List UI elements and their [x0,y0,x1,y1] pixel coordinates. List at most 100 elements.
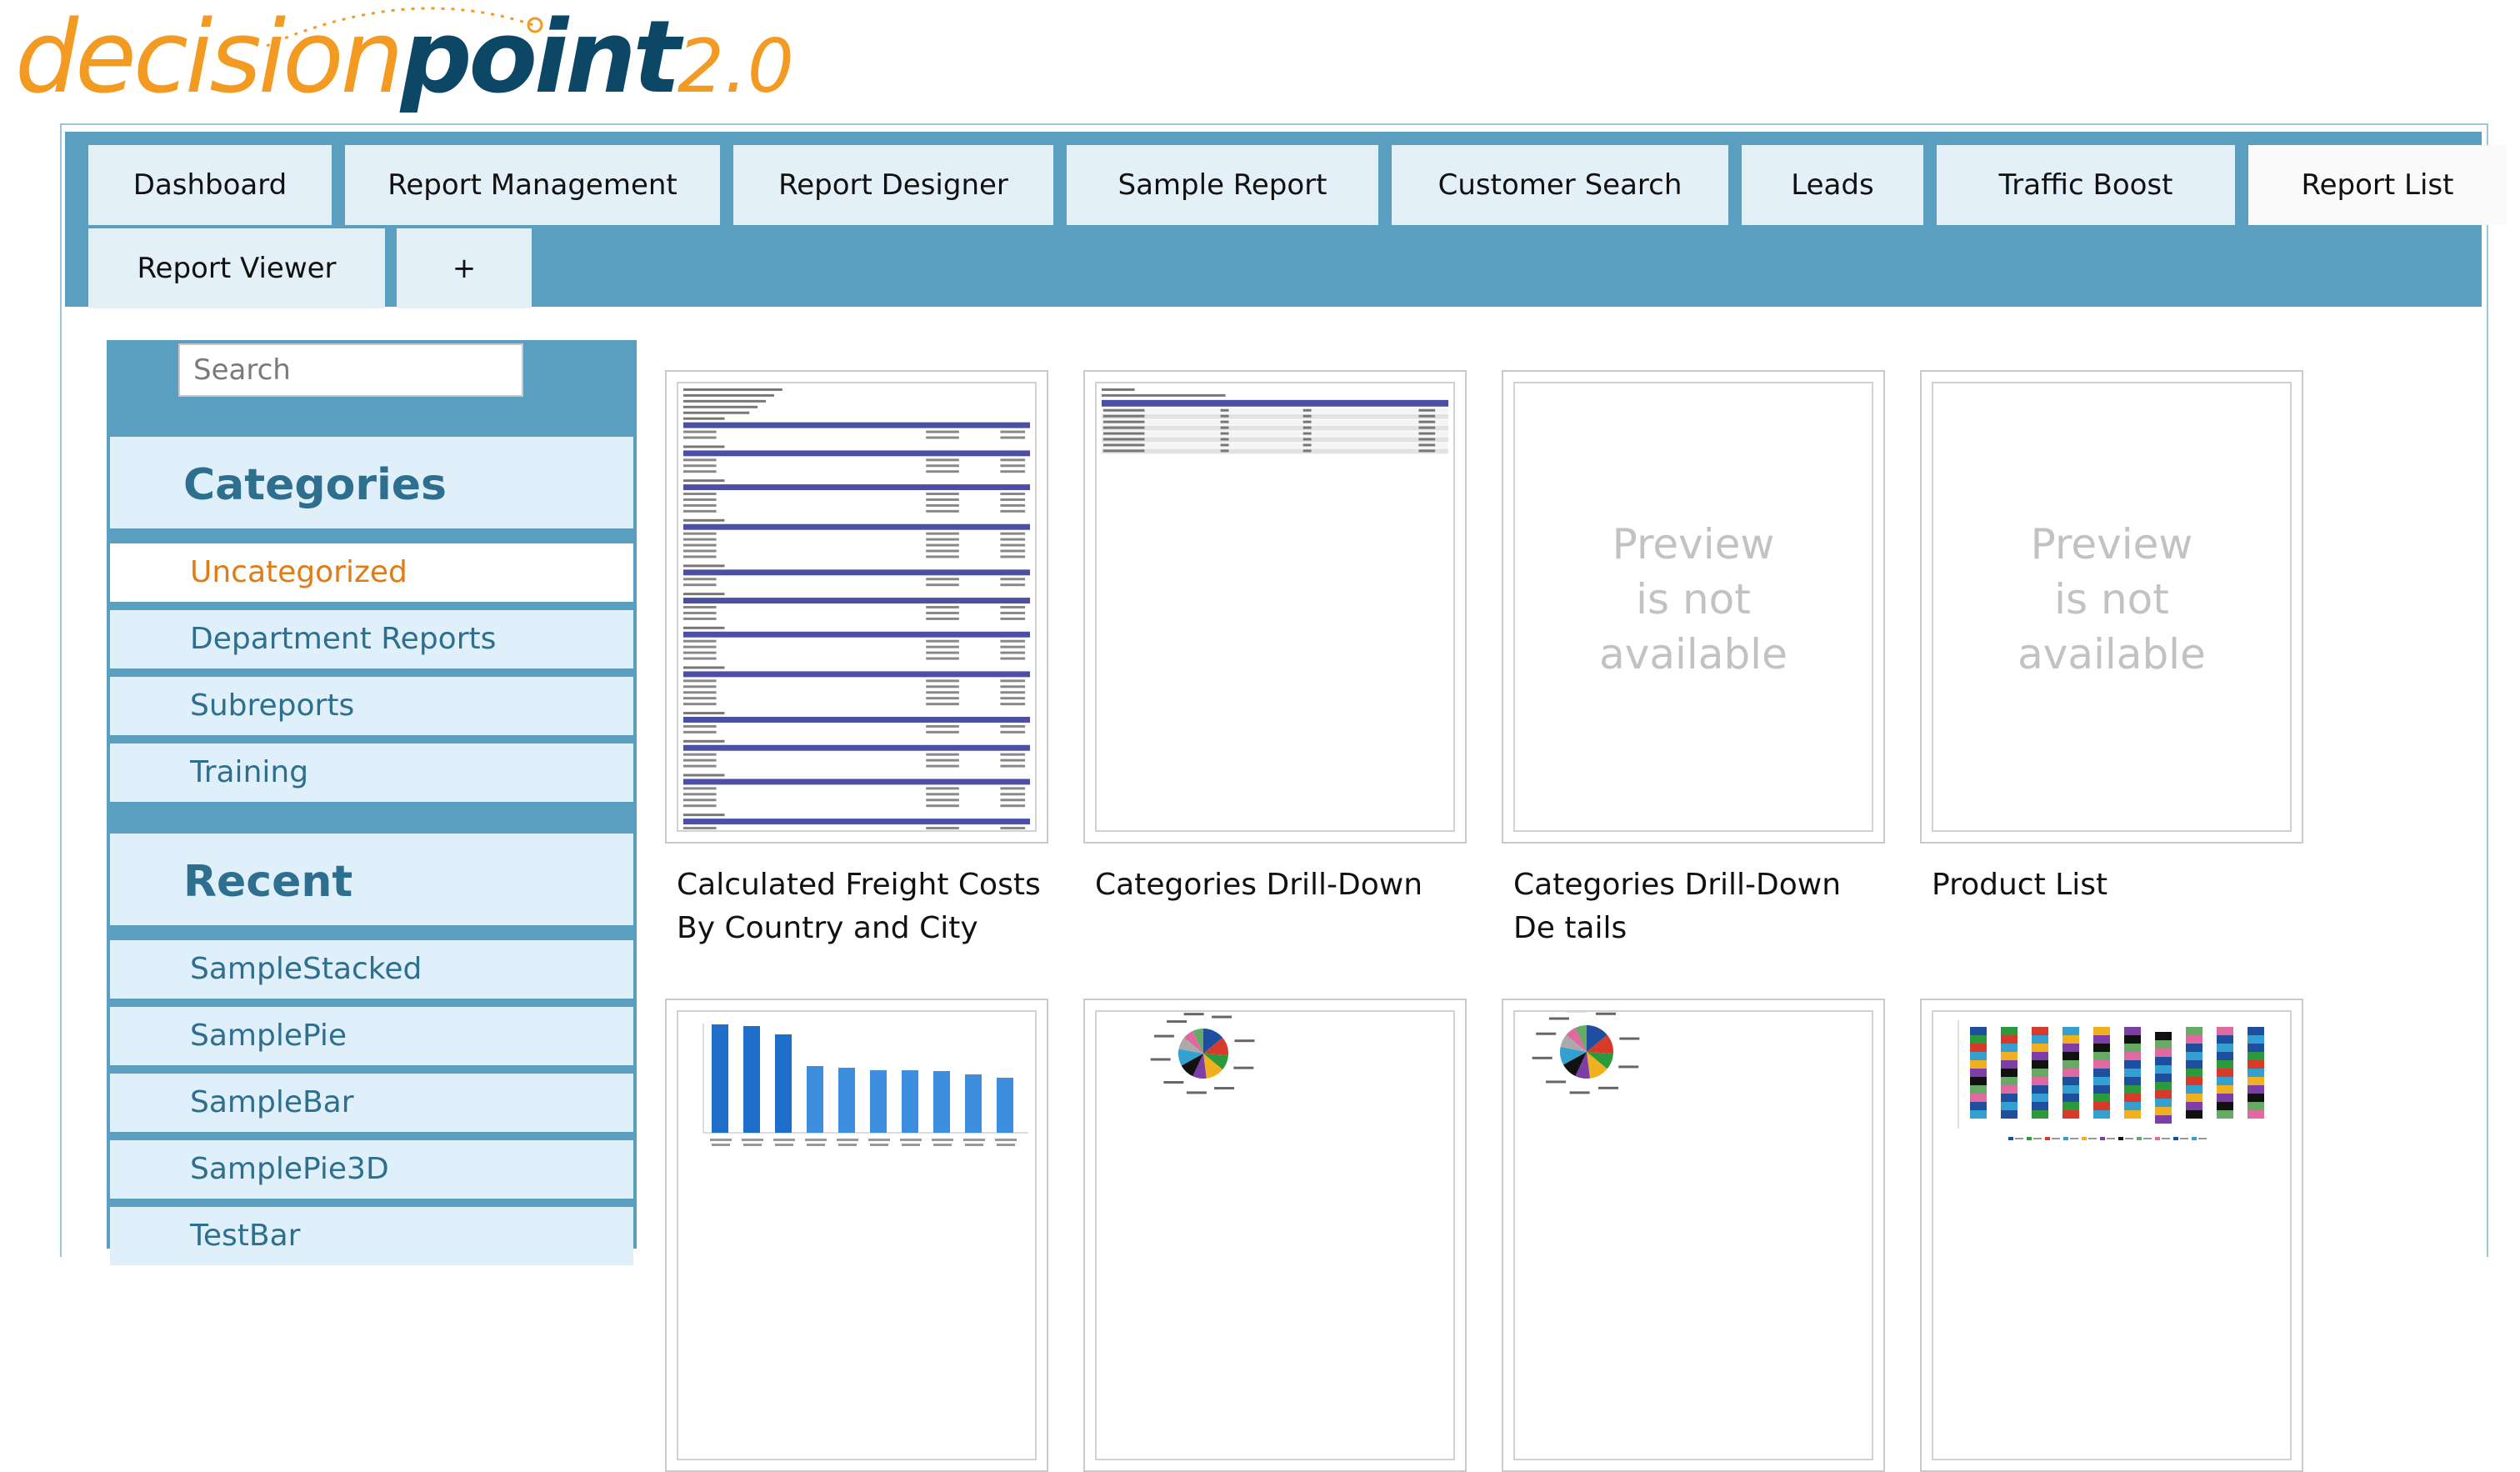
preview-unavailable-line: is not [1515,572,1872,627]
stacked-segment [2217,1102,2233,1110]
category-uncategorized[interactable]: Uncategorized [110,543,633,602]
stacked-segment [2124,1077,2141,1085]
stacked-segment [2248,1110,2264,1119]
category-subreports[interactable]: Subreports [110,677,633,735]
stacked-segment [2062,1094,2079,1102]
stacked-segment [2248,1077,2264,1085]
report-thumbnail[interactable] [1083,999,1467,1472]
report-title[interactable]: Categories Drill-Down De tails [1513,864,1888,950]
recent-item-samplebar[interactable]: SampleBar [110,1074,633,1132]
stacked-segment [2001,1110,2018,1119]
stacked-segment [2155,1032,2172,1040]
stacked-segment [2062,1027,2079,1035]
search-input[interactable] [178,343,523,397]
stacked-segment [2155,1057,2172,1065]
recent-item-samplepie[interactable]: SamplePie [110,1007,633,1065]
stacked-segment [2217,1052,2233,1060]
categories-heading: Categories [183,460,447,510]
search-area [107,340,637,437]
recent-heading: Recent [183,857,352,907]
stacked-segment [1970,1077,1987,1085]
report-thumbnail[interactable] [1083,370,1467,844]
report-thumbnail[interactable]: Preview is not available [1920,370,2303,844]
report-thumbnail[interactable] [665,999,1048,1472]
stacked-segment [2124,1044,2141,1052]
stacked-segment [2155,1049,2172,1057]
bar [997,1078,1013,1133]
category-training[interactable]: Training [110,744,633,802]
report-preview-table [1095,382,1455,832]
stacked-segment [2124,1052,2141,1060]
stacked-segment [2032,1110,2048,1119]
report-thumbnail[interactable] [1502,999,1885,1472]
stacked-segment [1970,1060,1987,1069]
stacked-segment [2093,1102,2110,1110]
report-thumbnail[interactable]: Preview is not available [1502,370,1885,844]
recent-item-testbar[interactable]: TestBar [110,1207,633,1265]
stacked-segment [2032,1027,2048,1035]
report-thumbnail[interactable] [665,370,1048,844]
stacked-segment [2248,1069,2264,1077]
stacked-segment [2093,1052,2110,1060]
stacked-segment [1970,1094,1987,1102]
tab-traffic-boost[interactable]: Traffic Boost [1937,145,2235,225]
preview-unavailable-line: is not [1933,572,2290,627]
stacked-segment [2248,1035,2264,1044]
bar [933,1071,950,1133]
stacked-segment [2062,1102,2079,1110]
report-title[interactable]: Calculated Freight Costs By Country and … [677,864,1052,950]
stacked-segment [2248,1094,2264,1102]
stacked-segment [2186,1052,2202,1060]
tab-customer-search[interactable]: Customer Search [1392,145,1728,225]
stacked-segment [2155,1107,2172,1115]
bar [838,1068,855,1133]
stacked-segment [2124,1102,2141,1110]
stacked-segment [2124,1085,2141,1094]
stacked-segment [2032,1052,2048,1060]
stacked-segment [2062,1035,2079,1044]
preview-unavailable-line: available [1933,627,2290,682]
tab-report-management[interactable]: Report Management [345,145,720,225]
stacked-segment [1970,1052,1987,1060]
logo-version: 2.0 [678,23,794,109]
bar [712,1024,728,1133]
stacked-segment [1970,1027,1987,1035]
stacked-segment [2248,1052,2264,1060]
stacked-segment [2093,1085,2110,1094]
tab-report-viewer[interactable]: Report Viewer [88,228,385,308]
stacked-segment [1970,1085,1987,1094]
bar [902,1070,918,1133]
report-thumbnail[interactable] [1920,999,2303,1472]
report-preview-pie-chart [1513,1010,1873,1460]
stacked-segment [2186,1085,2202,1094]
category-department-reports[interactable]: Department Reports [110,610,633,668]
tab-dashboard[interactable]: Dashboard [88,145,332,225]
stacked-segment [2217,1110,2233,1119]
tab-report-list[interactable]: Report List [2248,145,2507,225]
report-title[interactable]: Product List [1932,864,2307,907]
stacked-segment [2032,1035,2048,1044]
tab-report-designer[interactable]: Report Designer [733,145,1053,225]
stacked-segment [1970,1035,1987,1044]
stacked-segment [2186,1094,2202,1102]
stacked-segment [2001,1069,2018,1077]
recent-item-samplepie3d[interactable]: SamplePie3D [110,1140,633,1199]
stacked-segment [2155,1040,2172,1049]
stacked-segment [2032,1069,2048,1077]
stacked-segment [2124,1069,2141,1077]
preview-unavailable: Preview is not available [1513,382,1873,832]
stacked-segment [2124,1094,2141,1102]
tab-leads[interactable]: Leads [1742,145,1923,225]
report-title[interactable]: Categories Drill-Down [1095,864,1470,907]
stacked-segment [2124,1110,2141,1119]
recent-item-samplestacked[interactable]: SampleStacked [110,940,633,999]
sidebar: Categories Uncategorized Department Repo… [107,340,637,1249]
logo-dotted-arc-icon [250,0,567,50]
stacked-segment [2093,1044,2110,1052]
stacked-segment [1970,1102,1987,1110]
stacked-segment [2186,1027,2202,1035]
stacked-segment [2124,1027,2141,1035]
stacked-segment [2217,1044,2233,1052]
tab-sample-report[interactable]: Sample Report [1067,145,1378,225]
add-tab-button[interactable]: + [397,228,532,308]
